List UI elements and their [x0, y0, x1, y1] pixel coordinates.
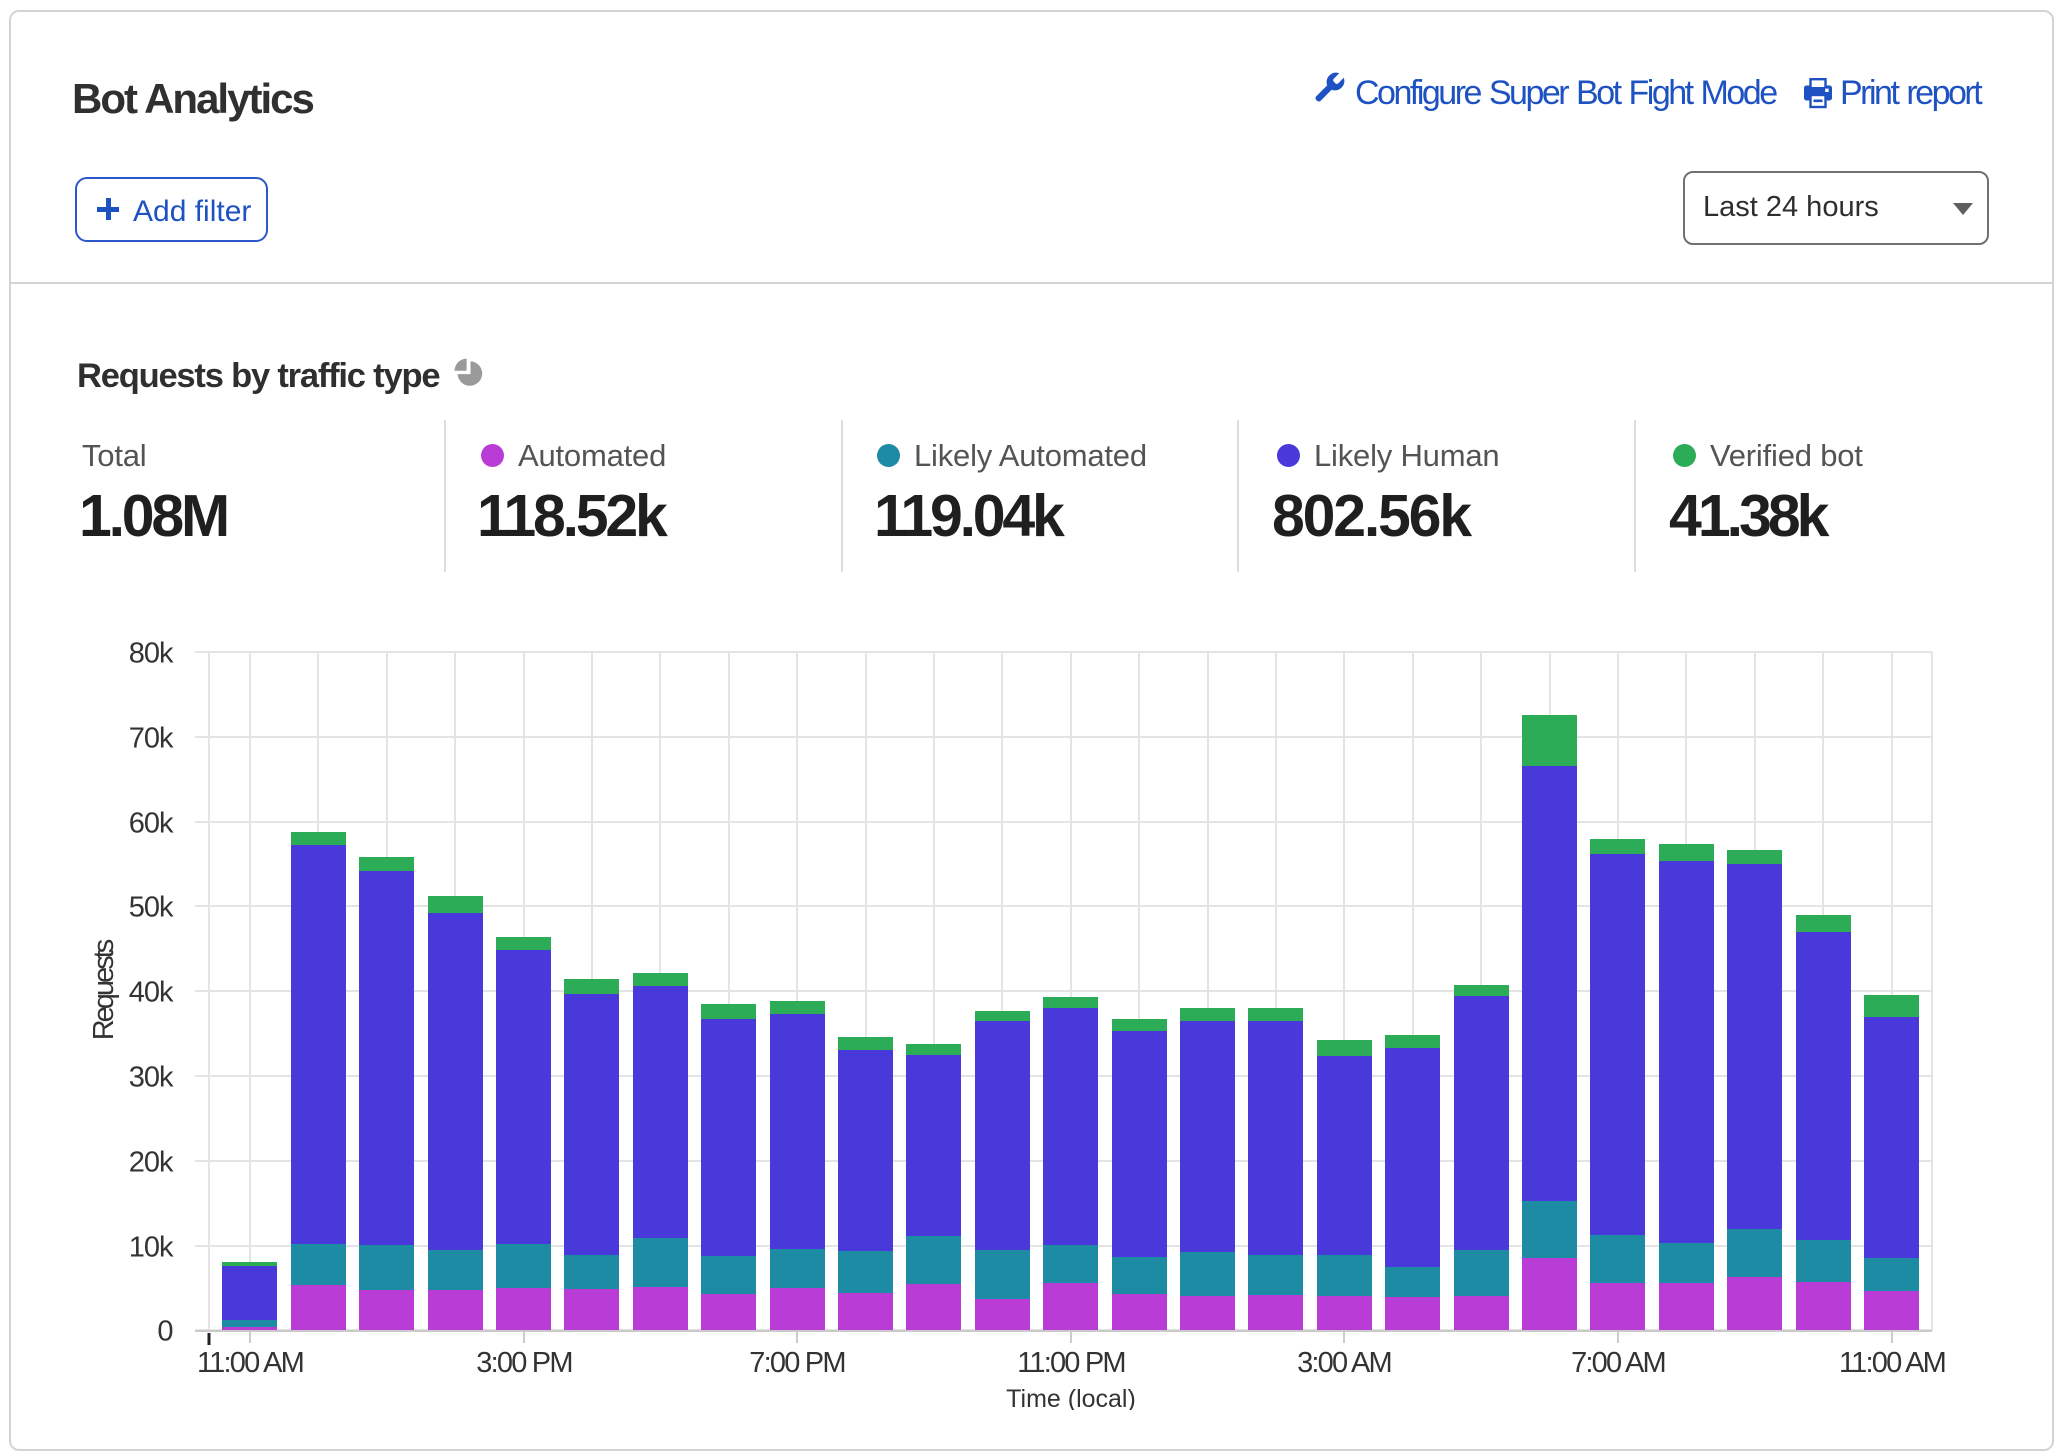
svg-text:30k: 30k: [129, 1062, 174, 1094]
svg-text:20k: 20k: [129, 1147, 174, 1179]
svg-text:40k: 40k: [129, 977, 174, 1009]
svg-text:10k: 10k: [129, 1232, 174, 1264]
svg-text:7:00 PM: 7:00 PM: [749, 1347, 844, 1379]
svg-text:70k: 70k: [129, 723, 174, 755]
svg-text:3:00 PM: 3:00 PM: [476, 1347, 571, 1379]
svg-text:7:00 AM: 7:00 AM: [1571, 1347, 1665, 1379]
svg-text:Requests: Requests: [88, 939, 120, 1040]
svg-text:11:00 AM: 11:00 AM: [1839, 1347, 1945, 1379]
svg-text:80k: 80k: [129, 638, 174, 670]
svg-text:3:00 AM: 3:00 AM: [1297, 1347, 1391, 1379]
svg-text:11:00 AM: 11:00 AM: [197, 1347, 303, 1379]
svg-text:0: 0: [157, 1316, 172, 1348]
svg-text:50k: 50k: [129, 892, 174, 924]
svg-text:60k: 60k: [129, 808, 174, 840]
svg-text:Time (local): Time (local): [1006, 1385, 1136, 1410]
svg-text:11:00 PM: 11:00 PM: [1017, 1347, 1125, 1379]
